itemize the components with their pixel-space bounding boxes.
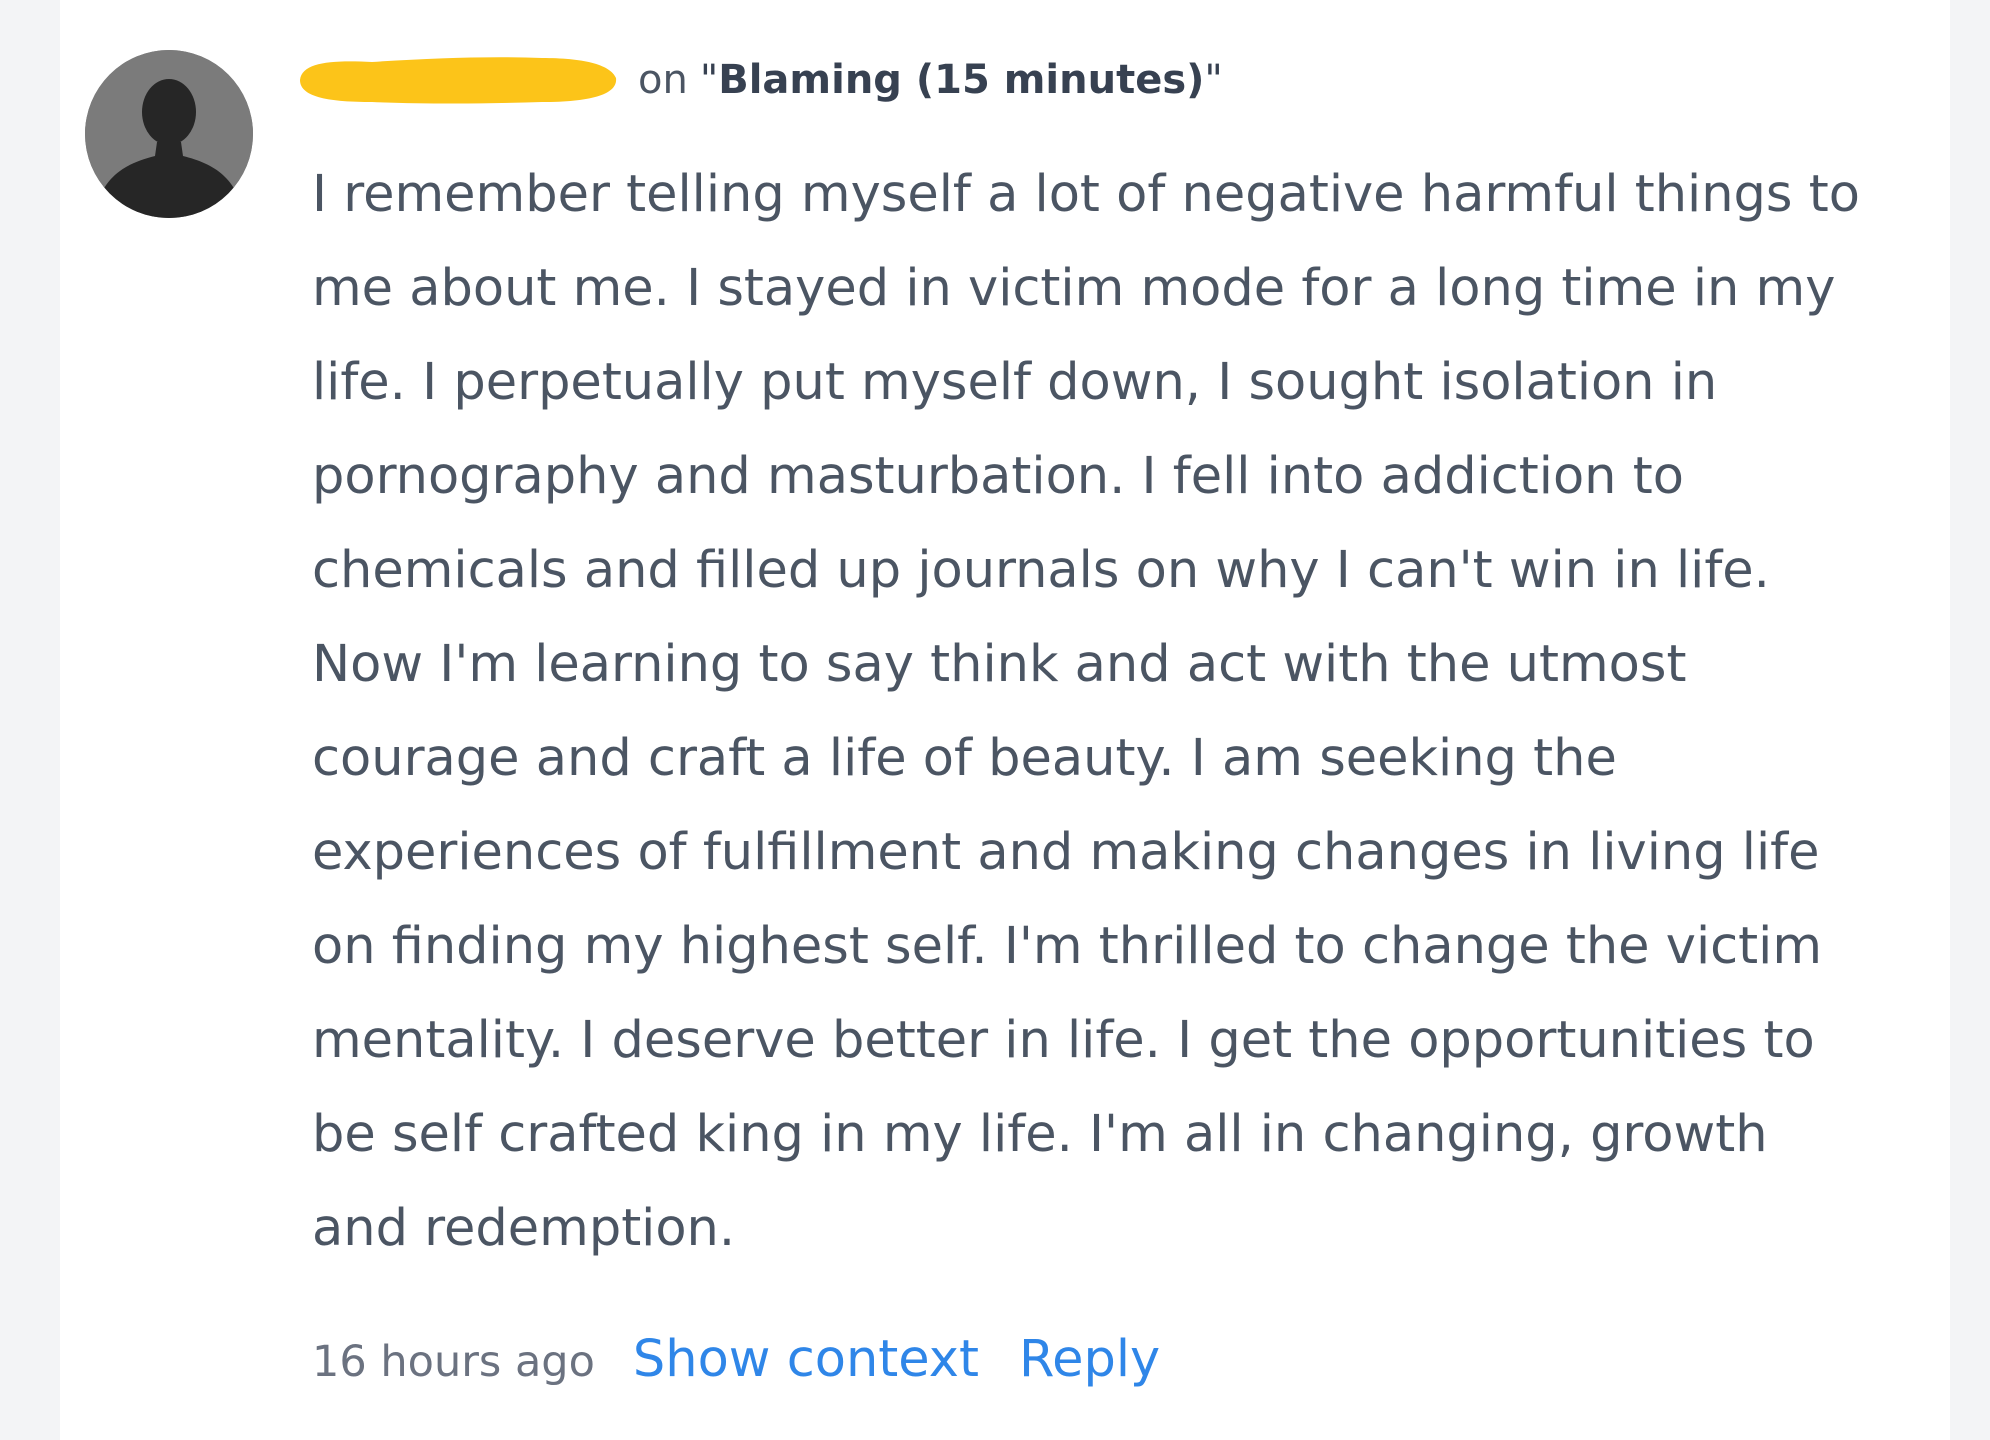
redacted-username (292, 50, 622, 110)
redaction-mark-icon (300, 57, 617, 104)
comment-timestamp: 16 hours ago (312, 1337, 595, 1387)
reply-link[interactable]: Reply (1019, 1330, 1160, 1389)
user-silhouette-icon (85, 50, 253, 218)
comment-header: on " Blaming (15 minutes) " (292, 45, 1223, 115)
topic-title[interactable]: Blaming (15 minutes) (718, 57, 1204, 103)
comment-card: on " Blaming (15 minutes) " I remember tel… (60, 0, 1950, 1440)
close-quote: " (1204, 57, 1223, 103)
comment-body: I remember telling myself a lot of negat… (312, 165, 1860, 1258)
on-label: on (638, 57, 688, 103)
comment-footer: 16 hours ago Show context Reply (312, 1330, 1200, 1389)
show-context-link[interactable]: Show context (633, 1330, 979, 1389)
avatar[interactable] (85, 50, 253, 218)
open-quote: " (699, 57, 719, 103)
